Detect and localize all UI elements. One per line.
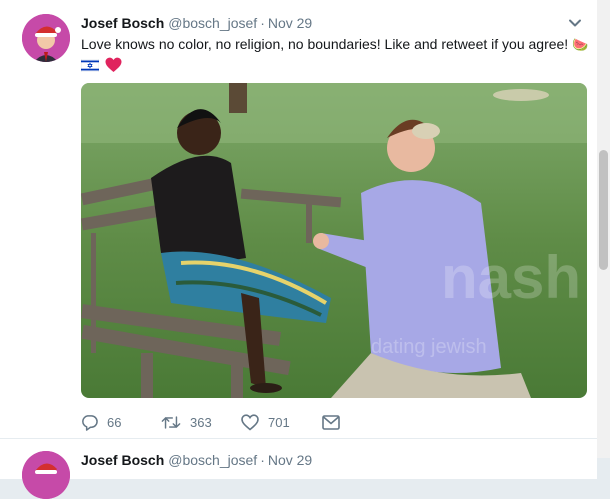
tweet-header: Josef Bosch @bosch_josef · Nov 29 xyxy=(81,451,312,469)
display-name[interactable]: Josef Bosch xyxy=(81,15,164,31)
tweet[interactable]: Josef Bosch @bosch_josef · Nov 29 xyxy=(0,439,597,499)
tweet-header: Josef Bosch @bosch_josef · Nov 29 xyxy=(81,14,583,32)
tweet-actions: 66 363 701 xyxy=(81,410,381,434)
retweet-icon xyxy=(161,415,181,429)
svg-text:dating jewish: dating jewish xyxy=(371,336,487,358)
scrollbar[interactable] xyxy=(597,0,610,458)
tweet-text: Love knows no color, no religion, no bou… xyxy=(80,35,601,78)
scrollbar-thumb[interactable] xyxy=(599,150,608,270)
watermelon-emoji: 🍉 xyxy=(572,37,589,52)
avatar[interactable] xyxy=(22,451,70,499)
tweet-body: Love knows no color, no religion, no bou… xyxy=(81,36,569,52)
israel-flag-icon xyxy=(80,58,100,77)
tweet-photo[interactable]: nash dating jewish xyxy=(81,83,587,398)
user-handle[interactable]: @bosch_josef xyxy=(168,15,257,31)
envelope-icon xyxy=(322,414,340,430)
avatar-santa-image xyxy=(22,14,70,62)
reply-icon xyxy=(82,414,98,431)
like-count: 701 xyxy=(268,414,290,430)
separator-dot: · xyxy=(260,452,265,468)
proposal-photo-image: nash dating jewish xyxy=(81,83,587,398)
heart-icon xyxy=(241,413,259,431)
retweet-count: 363 xyxy=(190,414,212,430)
chevron-down-icon[interactable] xyxy=(567,15,583,31)
timeline: Josef Bosch @bosch_josef · Nov 29 Love know… xyxy=(0,0,610,499)
like-button[interactable]: 701 xyxy=(241,410,290,434)
red-heart-icon xyxy=(105,57,122,78)
separator-dot: · xyxy=(260,15,265,31)
user-handle[interactable]: @bosch_josef xyxy=(168,452,257,468)
display-name[interactable]: Josef Bosch xyxy=(81,452,164,468)
tweet[interactable]: Josef Bosch @bosch_josef · Nov 29 Love know… xyxy=(0,0,597,439)
avatar[interactable] xyxy=(22,14,70,62)
reply-count: 66 xyxy=(107,414,122,430)
avatar-santa-image xyxy=(22,451,70,499)
retweet-button[interactable]: 363 xyxy=(161,410,212,434)
tweet-date[interactable]: Nov 29 xyxy=(268,452,312,468)
tweet-date[interactable]: Nov 29 xyxy=(268,15,312,31)
direct-message-button[interactable] xyxy=(322,410,349,434)
svg-text:nash: nash xyxy=(441,244,581,311)
reply-button[interactable]: 66 xyxy=(81,410,121,434)
